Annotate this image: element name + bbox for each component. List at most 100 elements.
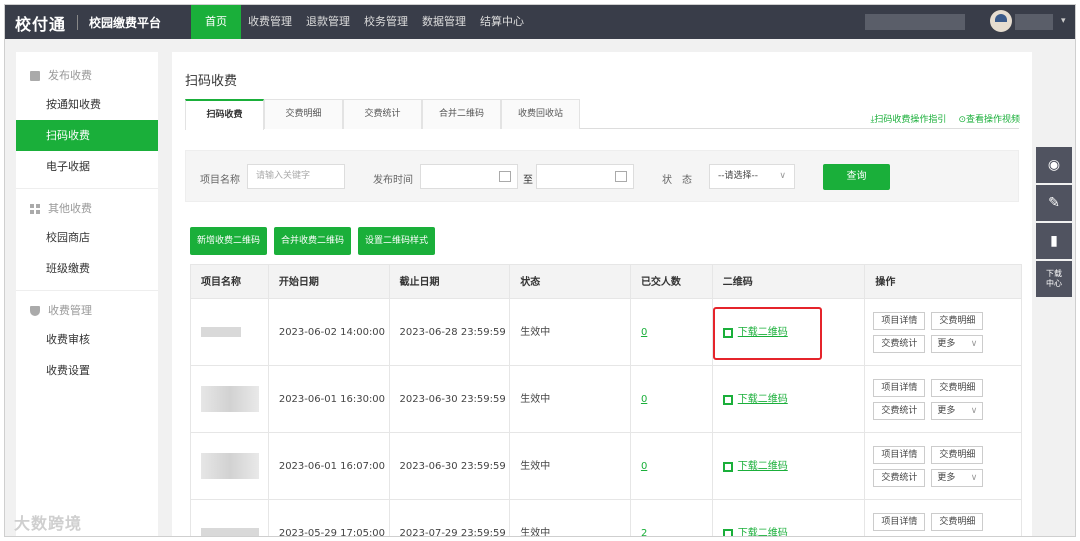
project-detail-button[interactable]: 项目详情: [873, 446, 926, 464]
document-icon[interactable]: ▮: [1036, 223, 1072, 259]
start-date-cell: 2023-05-29 17:05:00: [269, 500, 390, 536]
add-qr-button[interactable]: 新增收费二维码: [190, 227, 268, 255]
nav-fee-management[interactable]: 收费管理: [241, 5, 299, 39]
qr-code-icon: [722, 528, 733, 536]
sidebar-group-label: 发布收费: [48, 69, 92, 82]
date-range-separator: 至: [523, 175, 533, 186]
project-detail-button[interactable]: 项目详情: [873, 513, 926, 531]
project-name-redacted: [191, 299, 269, 365]
tab-recycle-bin[interactable]: 收费回收站: [501, 99, 580, 129]
nav-home[interactable]: 首页: [191, 5, 241, 39]
edit-icon[interactable]: ✎: [1036, 185, 1072, 221]
paid-count-cell: 0: [631, 433, 713, 499]
sidebar-item-campus-store[interactable]: 校园商店: [16, 222, 158, 253]
nav-refund-management[interactable]: 退款管理: [299, 5, 357, 39]
grid-icon: [30, 203, 40, 214]
end-date-input[interactable]: [536, 164, 634, 189]
sidebar-group-fee-management: 收费管理: [16, 297, 158, 324]
status-cell: 生效中: [510, 299, 631, 365]
app-logo: 校付通: [15, 15, 67, 34]
tab-payment-stats[interactable]: 交费统计: [343, 99, 422, 129]
filter-bar: 项目名称 请输入关键字 发布时间 至 状 态 --请选择-- ∨ 查询: [185, 150, 1019, 202]
download-center-button[interactable]: 下载中心: [1036, 261, 1072, 297]
paid-count-link[interactable]: 2: [641, 528, 647, 536]
start-date-cell: 2023-06-02 14:00:00: [269, 299, 390, 365]
download-qr-link[interactable]: 下载二维码: [722, 433, 788, 500]
sidebar-item-scan-fee[interactable]: 扫码收费: [16, 120, 158, 151]
play-icon: ⊙: [958, 115, 966, 125]
payment-details-button[interactable]: 交费明细: [931, 312, 984, 330]
paid-count-cell: 0: [631, 299, 713, 365]
filter-time-label: 发布时间: [373, 175, 413, 186]
tab-payment-details[interactable]: 交费明细: [264, 99, 343, 129]
qr-style-button[interactable]: 设置二维码样式: [358, 227, 436, 255]
payment-details-button[interactable]: 交费明细: [931, 379, 984, 397]
sidebar-item-e-receipt[interactable]: 电子收据: [16, 151, 158, 182]
avatar[interactable]: [990, 10, 1012, 32]
paid-count-cell: 0: [631, 366, 713, 432]
status-select[interactable]: --请选择-- ∨: [709, 164, 795, 189]
sidebar-item-class-fee[interactable]: 班级缴费: [16, 253, 158, 284]
end-date-cell: 2023-06-30 23:59:59: [390, 366, 511, 432]
status-cell: 生效中: [510, 366, 631, 432]
merge-qr-button[interactable]: 合并收费二维码: [274, 227, 352, 255]
paid-count-link[interactable]: 0: [641, 461, 647, 472]
floating-toolbar: ◉ ✎ ▮ 下载中心: [1036, 147, 1072, 299]
row-actions: 项目详情 交费明细 交费统计 更多 ∨: [873, 446, 991, 487]
sidebar-item-notice-fee[interactable]: 按通知收费: [16, 89, 158, 120]
table-row: 2023-06-01 16:07:00 2023-06-30 23:59:59 …: [190, 433, 1022, 500]
payment-stats-button[interactable]: 交费统计: [873, 335, 926, 353]
download-qr-link[interactable]: 下载二维码: [722, 366, 788, 433]
project-name-input[interactable]: 请输入关键字: [247, 164, 345, 189]
qr-cell: 下载二维码: [713, 366, 866, 432]
start-date-cell: 2023-06-01 16:07:00: [269, 433, 390, 499]
action-bar: 新增收费二维码 合并收费二维码 设置二维码样式: [190, 227, 436, 255]
edit-icon: [30, 70, 40, 81]
project-name-redacted: [191, 433, 269, 499]
project-name-redacted: [191, 500, 269, 536]
qr-code-icon: [722, 394, 733, 405]
paid-count-link[interactable]: 0: [641, 327, 647, 338]
qr-code-icon: [722, 461, 733, 472]
project-detail-button[interactable]: 项目详情: [873, 312, 926, 330]
help-links: ⤓扫码收费操作指引 ⊙查看操作视频: [870, 112, 1020, 125]
tab-merge-qr[interactable]: 合并二维码: [422, 99, 501, 129]
column-header: 截止日期: [390, 265, 511, 298]
ops-cell: 项目详情 交费明细 交费统计 更多 ∨: [865, 433, 1021, 499]
payment-details-button[interactable]: 交费明细: [931, 446, 984, 464]
sidebar-item-fee-settings[interactable]: 收费设置: [16, 355, 158, 386]
more-dropdown[interactable]: 更多 ∨: [931, 469, 984, 487]
chevron-down-icon: ∨: [970, 339, 978, 349]
nav-settlement-center[interactable]: 结算中心: [473, 5, 531, 39]
project-detail-button[interactable]: 项目详情: [873, 379, 926, 397]
more-dropdown[interactable]: 更多 ∨: [931, 335, 984, 353]
tab-scan-fee[interactable]: 扫码收费: [185, 99, 264, 130]
start-date-input[interactable]: [420, 164, 518, 189]
project-name-redacted: [191, 366, 269, 432]
end-date-cell: 2023-06-30 23:59:59: [390, 433, 511, 499]
platform-name: 校园缴费平台: [89, 16, 162, 30]
ops-cell: 项目详情 交费明细 交费统计 更多 ∨: [865, 366, 1021, 432]
download-qr-link[interactable]: 下载二维码: [722, 500, 788, 536]
query-button[interactable]: 查询: [823, 164, 890, 190]
ops-cell: 项目详情 交费明细 交费统计 更多 ∨: [865, 299, 1021, 365]
nav-data-management[interactable]: 数据管理: [415, 5, 473, 39]
nav-school-affairs[interactable]: 校务管理: [357, 5, 415, 39]
payment-stats-button[interactable]: 交费统计: [873, 469, 926, 487]
table-row: 2023-06-01 16:30:00 2023-06-30 23:59:59 …: [190, 366, 1022, 433]
chevron-down-icon: ∨: [779, 171, 786, 181]
payment-stats-button[interactable]: 交费统计: [873, 402, 926, 420]
guide-link[interactable]: ⤓扫码收费操作指引: [870, 112, 946, 125]
end-date-cell: 2023-07-29 23:59:59: [390, 500, 511, 536]
sidebar-divider: [16, 290, 158, 291]
status-cell: 生效中: [510, 433, 631, 499]
table-row: 2023-05-29 17:05:00 2023-07-29 23:59:59 …: [190, 500, 1022, 536]
start-date-cell: 2023-06-01 16:30:00: [269, 366, 390, 432]
chevron-down-icon[interactable]: ▾: [1061, 16, 1066, 26]
paid-count-link[interactable]: 0: [641, 394, 647, 405]
more-dropdown[interactable]: 更多 ∨: [931, 402, 984, 420]
sidebar-item-fee-review[interactable]: 收费审核: [16, 324, 158, 355]
video-link[interactable]: ⊙查看操作视频: [958, 112, 1020, 125]
payment-details-button[interactable]: 交费明细: [931, 513, 984, 531]
support-icon[interactable]: ◉: [1036, 147, 1072, 183]
